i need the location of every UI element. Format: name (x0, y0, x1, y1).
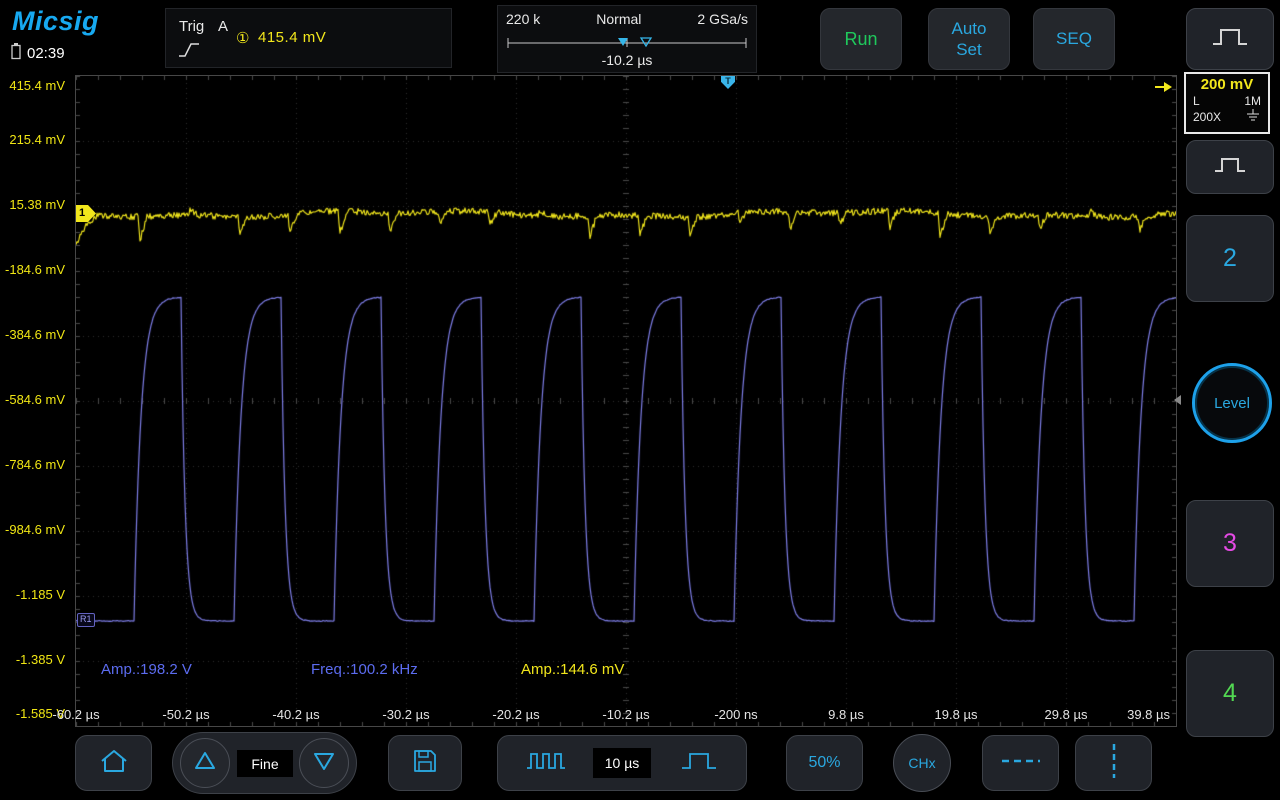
multi-pulse-icon (526, 748, 566, 779)
horizontal-cursor-button[interactable] (982, 735, 1059, 791)
horizontal-position-indicator (507, 37, 747, 48)
ground-icon (1245, 109, 1261, 125)
trigger-label: Trig (179, 18, 205, 35)
y-axis-label: -584.6 mV (5, 392, 65, 407)
y-axis-label: -1.385 V (15, 652, 65, 667)
channel-select-button[interactable]: CHx (893, 734, 951, 792)
x-axis-label: -10.2 µs (602, 707, 650, 722)
square-wave-icon (1212, 24, 1248, 55)
channel1-settings[interactable]: 200 mV L 1M 200X (1184, 72, 1270, 134)
triangle-down-icon (311, 749, 337, 778)
x-axis-label: -30.2 µs (382, 707, 430, 722)
horizontal-delay: -10.2 µs (601, 52, 653, 68)
y-axis-label: -784.6 mV (5, 457, 65, 472)
channel2-label: 2 (1223, 244, 1237, 272)
channel2-button[interactable]: 2 (1186, 215, 1274, 302)
trigger-mode-button[interactable] (1186, 140, 1274, 194)
x-axis-label: -200 ns (714, 707, 758, 722)
rising-edge-icon (178, 41, 200, 64)
trigger-position-50-button[interactable]: 50% (786, 735, 863, 791)
trigger-source: A (218, 18, 229, 35)
run-stop-button[interactable]: Run (820, 8, 902, 70)
level-knob[interactable]: Level (1192, 363, 1272, 443)
level-pointer-icon (1174, 395, 1181, 405)
triangle-up-icon (192, 749, 218, 778)
y-axis-label: -384.6 mV (5, 327, 65, 342)
save-button[interactable] (388, 735, 462, 791)
seq-button[interactable]: SEQ (1033, 8, 1115, 70)
timebase-control: 10 µs (497, 735, 747, 791)
channel1-probe: 200X (1193, 110, 1222, 124)
acquisition-status-box[interactable]: 220 k Normal 2 GSa/s -10.2 µs (497, 5, 757, 73)
timebase-value[interactable]: 10 µs (593, 748, 651, 778)
vertical-dashed-line-icon (1105, 743, 1123, 784)
reference-waveform-marker[interactable]: R1 (77, 613, 95, 627)
y-axis-label: -1.185 V (15, 587, 65, 602)
channel1-impedance: 1M (1244, 94, 1261, 108)
channel3-button[interactable]: 3 (1186, 500, 1274, 587)
channel4-button[interactable]: 4 (1186, 650, 1274, 737)
x-axis-label: 39.8 µs (1127, 707, 1170, 722)
x-axis-label: -20.2 µs (492, 707, 540, 722)
timebase-zoom-out-button[interactable] (498, 736, 593, 790)
x-axis-label: -50.2 µs (162, 707, 210, 722)
horizontal-dashed-line-icon (1001, 752, 1041, 775)
y-axis-label: -984.6 mV (5, 522, 65, 537)
measurement-readout: Freq.:100.2 kHz (311, 661, 418, 678)
trigger-channel-badge: ① (236, 30, 250, 47)
channel1-scale: 200 mV (1200, 76, 1254, 93)
home-button[interactable] (75, 735, 152, 791)
oscilloscope-app: Micsig 02:39 Trig A ① 415.4 mV 220 k Nor… (0, 0, 1280, 800)
square-wave-icon (1214, 154, 1246, 181)
level-knob-label: Level (1214, 394, 1250, 412)
trigger-level-arrow[interactable] (1155, 80, 1173, 98)
measurement-readout: Amp.:144.6 mV (521, 661, 625, 678)
y-axis-label: 215.4 mV (9, 132, 65, 147)
window-position-tick (639, 37, 653, 48)
waveform-canvas[interactable] (76, 76, 1176, 726)
trigger-level-value: 415.4 mV (258, 29, 327, 46)
channel4-label: 4 (1223, 679, 1237, 707)
y-axis-label: 415.4 mV (9, 78, 65, 93)
trigger-info-box[interactable]: Trig A ① 415.4 mV (165, 8, 452, 68)
save-icon (412, 748, 438, 779)
x-axis-label: -60.2 µs (52, 707, 100, 722)
y-axis-label: 15.38 mV (9, 197, 65, 212)
measurement-readout: Amp.:198.2 V (101, 661, 192, 678)
vertical-cursor-button[interactable] (1075, 735, 1152, 791)
x-axis-label: -40.2 µs (272, 707, 320, 722)
x-axis-label: 9.8 µs (828, 707, 864, 722)
x-axis-label: 29.8 µs (1044, 707, 1088, 722)
single-pulse-icon (681, 748, 717, 779)
x-axis-label: 19.8 µs (934, 707, 978, 722)
home-icon (99, 748, 129, 779)
graticule[interactable]: T 1 R1 Amp.:198.2 V Freq.:100.2 kHz Amp.:1… (52, 75, 1177, 727)
fine-mode-label[interactable]: Fine (237, 750, 293, 777)
auto-set-button[interactable]: Auto Set (928, 8, 1010, 70)
y-axis: 415.4 mV 215.4 mV 15.38 mV -184.6 mV -384.6 … (0, 0, 70, 800)
trigger-slope-button[interactable] (1186, 8, 1274, 70)
fine-adjust-group: Fine (172, 732, 357, 794)
sample-rate: 2 GSa/s (697, 11, 748, 27)
channel1-coupling: L (1193, 94, 1200, 108)
timebase-zoom-in-button[interactable] (651, 736, 746, 790)
decrement-button[interactable] (299, 738, 349, 788)
acquisition-mode: Normal (596, 11, 642, 27)
y-axis-label: -184.6 mV (5, 262, 65, 277)
memory-depth: 220 k (506, 11, 541, 27)
increment-button[interactable] (180, 738, 230, 788)
channel3-label: 3 (1223, 529, 1237, 557)
